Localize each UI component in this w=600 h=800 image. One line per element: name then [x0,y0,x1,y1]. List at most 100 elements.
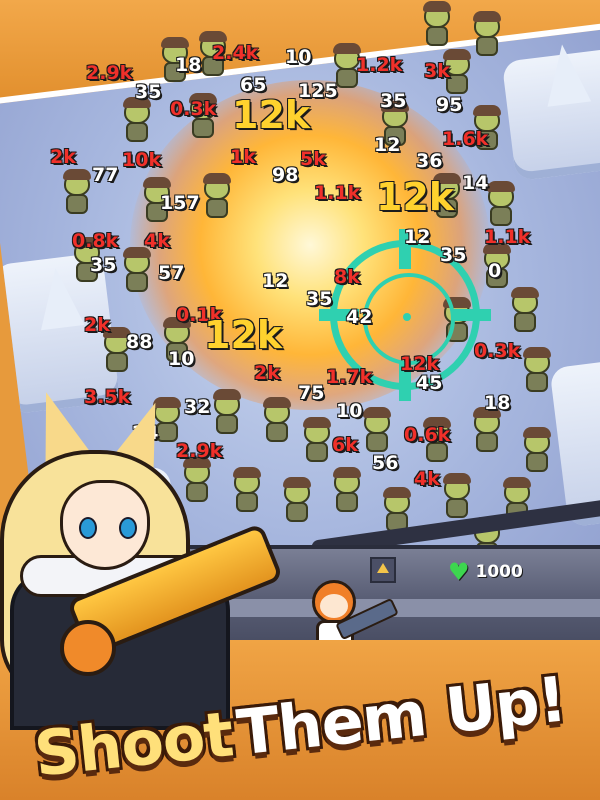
damage-number: 2k [254,362,281,384]
damage-number: 35 [89,254,117,276]
zombie-body [490,206,512,226]
critical-damage-number: 12k [203,313,283,357]
damage-number: 36 [415,150,443,172]
damage-number: 1.1k [313,182,361,204]
zombie-hair [487,181,515,192]
damage-number: 1.2k [355,54,403,76]
damage-number: 12 [373,134,401,156]
damage-number: 35 [379,90,407,112]
zombie-hair [203,173,231,184]
damage-number: 0.6k [403,424,451,446]
zombie-body [126,122,148,142]
zombie-enemy [520,427,554,474]
hero-fox-girl [0,382,330,730]
zombie-hair [443,473,471,484]
crosshair-center-dot [403,313,411,321]
zombie-enemy [120,247,154,294]
damage-number: 18 [174,54,202,76]
zombie-hair [333,467,361,478]
damage-number: 35 [134,81,162,103]
zombie-hair [473,11,501,22]
zombie-body [476,36,498,56]
zombie-hair [199,31,227,42]
hero-eye [79,517,97,539]
zombie-body [514,312,536,332]
damage-number: 0.8k [71,230,119,252]
damage-number: 1.6k [441,128,489,150]
damage-number: 4k [144,230,171,252]
zombie-body [366,432,388,452]
damage-number: 57 [157,262,185,284]
zombie-body [446,498,468,518]
zombie-enemy [470,11,504,58]
damage-number: 12 [261,270,289,292]
damage-number: 14 [461,172,489,194]
zombie-enemy [520,347,554,394]
damage-number: 12 [403,226,431,248]
zombie-enemy [120,97,154,144]
damage-number: 8k [334,266,361,288]
zombie-enemy [484,181,518,228]
damage-number: 2.9k [85,62,133,84]
zombie-body [192,118,214,138]
heart-icon: ♥ [448,558,470,586]
damage-number: 77 [91,164,119,186]
zombie-body [476,432,498,452]
zombie-hair [333,43,361,54]
zombie-body [206,198,228,218]
zombie-enemy [420,1,454,48]
zombie-hair [503,477,531,488]
damage-number: 18 [483,392,511,414]
zombie-hair [143,177,171,188]
damage-number: 56 [371,452,399,474]
damage-number: 35 [305,288,333,310]
critical-damage-number: 12k [375,175,455,219]
damage-number: 3k [424,60,451,82]
zombie-enemy [360,407,394,454]
zombie-hair [473,105,501,116]
damage-number: 42 [345,306,373,328]
damage-number: 1.7k [325,366,373,388]
damage-number: 10 [284,46,312,68]
zombie-enemy [470,407,504,454]
zombie-enemy [508,287,542,334]
zombie-hair [523,427,551,438]
zombie-body [526,452,548,472]
zombie-hair [511,287,539,298]
damage-number: 0.3k [169,98,217,120]
zombie-body [66,194,88,214]
damage-number: 2k [50,146,77,168]
damage-number: 1k [230,146,257,168]
damage-number: 0 [487,260,502,282]
zombie-body [126,272,148,292]
zombie-hair [363,407,391,418]
zombie-enemy [200,173,234,220]
zombie-hair [523,347,551,358]
crosshair-arm [451,309,491,321]
damage-number: 10 [167,348,195,370]
hero-eye [119,517,137,539]
critical-damage-number: 12k [231,93,311,137]
zombie-hair [383,487,411,498]
zombie-enemy [440,473,474,520]
zombie-hair [63,169,91,180]
zombie-hair [161,37,189,48]
damage-number: 35 [439,244,467,266]
hero-face [60,480,150,570]
damage-number: 88 [125,331,153,353]
hero-blaster-core [60,620,116,676]
zombie-body [106,352,128,372]
snowy-tree [540,41,592,107]
zombie-hair [423,1,451,12]
damage-number: 45 [415,372,443,394]
base-health: ♥ 1000 [448,560,523,584]
zombie-hair [443,49,471,60]
damage-number: 95 [435,94,463,116]
damage-number: 4k [414,468,441,490]
damage-number: 1.1k [483,226,531,248]
health-value: 1000 [475,562,523,582]
damage-number: 6k [332,434,359,456]
damage-number: 2k [84,314,111,336]
zombie-body [336,492,358,512]
zombie-enemy [60,169,94,216]
